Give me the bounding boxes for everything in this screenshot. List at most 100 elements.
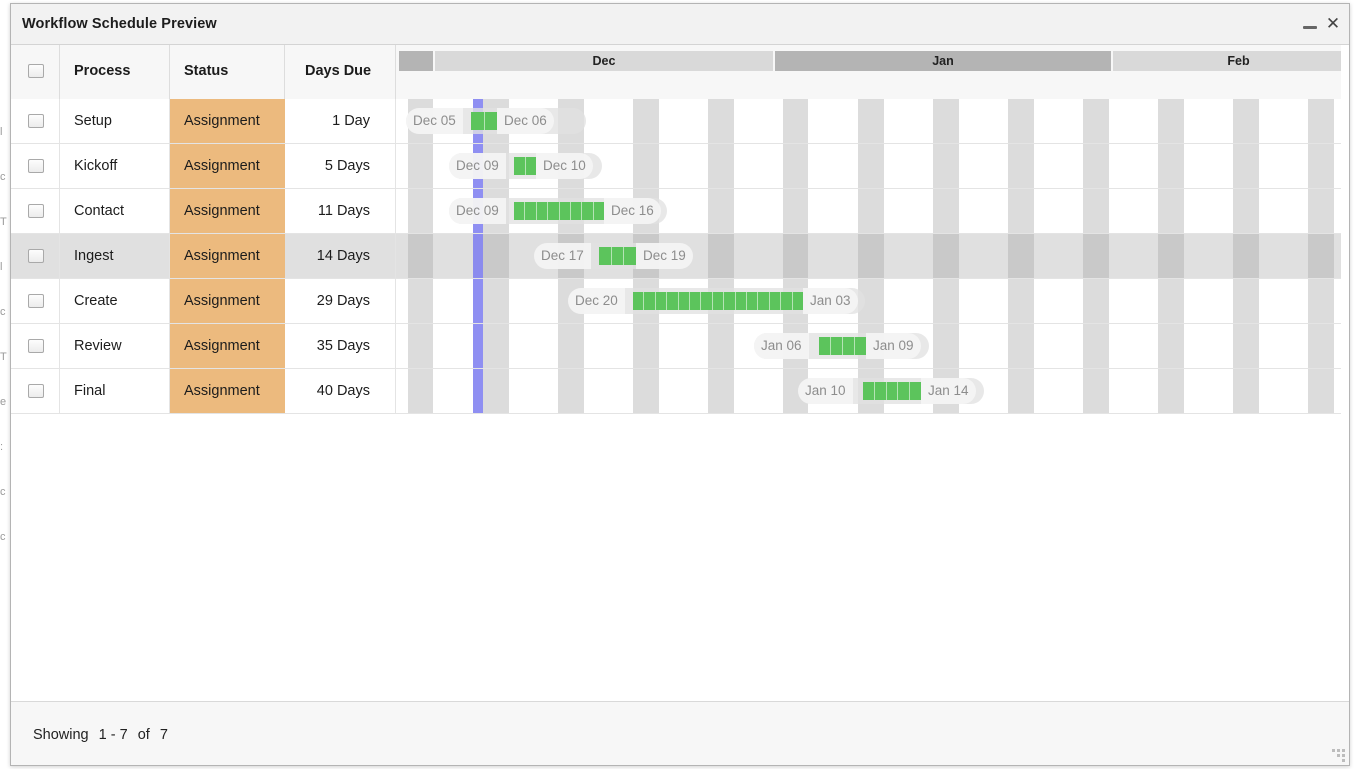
gantt-task-capsule[interactable]: Dec 09 Dec 10 [449,153,602,179]
weekend-band [1308,144,1334,188]
row-select-cell[interactable] [11,234,60,278]
weekend-band [708,324,734,368]
header-process[interactable]: Process [60,45,170,99]
cell-process: Kickoff [60,144,170,188]
gantt-bar-segment [712,292,725,310]
row-select-cell[interactable] [11,369,60,413]
select-all-checkbox[interactable] [28,64,44,78]
row-select-cell[interactable] [11,144,60,188]
weekend-band [1308,234,1334,278]
weekend-band [483,234,509,278]
task-end-date: Jan 14 [921,378,976,404]
showing-label: Showing [33,727,89,743]
window-title: Workflow Schedule Preview [22,16,217,32]
gantt-bar-segment [525,202,537,220]
status-label: Assignment [184,158,260,174]
grip-dot [1337,754,1340,757]
gantt-bar-segment [769,292,782,310]
gantt-bar-segment [886,382,899,400]
cell-days-due: 14 Days [285,234,396,278]
row-select-cell[interactable] [11,324,60,368]
row-checkbox[interactable] [28,384,44,398]
header-timeline: Dec Jan Feb [396,45,1349,99]
weekend-band [633,144,659,188]
row-select-cell[interactable] [11,99,60,143]
gantt-bar-segment [471,112,485,130]
gantt-bar-segment [843,337,855,355]
table-row[interactable]: Ingest Assignment 14 Days Dec 17 Dec 19 [11,234,1349,279]
cell-days-due: 29 Days [285,279,396,323]
header-status[interactable]: Status [170,45,285,99]
days-due-value: 40 Days [316,383,370,399]
cell-status: Assignment [170,234,285,278]
gantt-task-capsule[interactable]: Jan 10 Jan 14 [798,378,984,404]
weekend-band [1083,99,1109,143]
table-row[interactable]: Final Assignment 40 Days Jan 10 Jan 14 [11,369,1349,414]
gantt-bar-segment [701,292,713,310]
gantt-bar[interactable] [599,247,637,265]
header-days-due[interactable]: Days Due [285,45,396,99]
gantt-bar-segment [863,382,875,400]
timeline-month-bar: Dec Jan Feb [399,51,1349,71]
weekend-band [1233,234,1259,278]
row-checkbox[interactable] [28,114,44,128]
status-label: Assignment [184,293,260,309]
table-row[interactable]: Contact Assignment 11 Days Dec 09 Dec 16 [11,189,1349,234]
gantt-bar[interactable] [819,337,866,355]
row-checkbox[interactable] [28,339,44,353]
weekend-band [633,369,659,413]
cell-process: Final [60,369,170,413]
weekend-band [1083,189,1109,233]
gantt-bar-segment [819,337,831,355]
gantt-task-capsule[interactable]: Jan 06 Jan 09 [754,333,929,359]
gantt-bar[interactable] [471,112,497,130]
table-row[interactable]: Setup Assignment 1 Day Dec 05 Dec 06 [11,99,1349,144]
gantt-task-capsule[interactable]: Dec 09 Dec 16 [449,198,667,224]
row-checkbox[interactable] [28,294,44,308]
weekend-band [1158,144,1184,188]
gantt-bar-segment [781,292,793,310]
gantt-task-capsule[interactable]: Dec 17 Dec 19 [534,243,693,269]
table-row[interactable]: Create Assignment 29 Days Dec 20 Jan 03 [11,279,1349,324]
gantt-bar-segment [582,202,594,220]
weekend-band [708,189,734,233]
timeline-month-jan: Jan [775,51,1111,71]
row-select-cell[interactable] [11,279,60,323]
gantt-task-capsule[interactable]: Dec 05 Dec 06 [406,108,586,134]
row-checkbox[interactable] [28,249,44,263]
gantt-lane: Dec 20 Jan 03 [396,279,1349,323]
table-row[interactable]: Review Assignment 35 Days Jan 06 Jan 09 [11,324,1349,369]
close-icon[interactable]: ✕ [1325,15,1341,32]
gantt-bar[interactable] [514,157,536,175]
minimize-icon[interactable] [1303,16,1319,32]
showing-status: Showing 1 - 7 of 7 [30,727,171,743]
gantt-bar-segment [874,382,887,400]
weekend-band [1008,189,1034,233]
weekend-band [633,324,659,368]
weekend-band [858,99,884,143]
table-row[interactable]: Kickoff Assignment 5 Days Dec 09 Dec 10 [11,144,1349,189]
gantt-bar[interactable] [514,202,604,220]
cell-days-due: 11 Days [285,189,396,233]
row-checkbox[interactable] [28,204,44,218]
weekend-band [783,234,808,278]
process-name: Contact [74,203,124,219]
days-due-value: 14 Days [316,248,370,264]
gantt-bar[interactable] [633,292,804,310]
today-marker [473,279,483,323]
weekend-band [1158,189,1184,233]
resize-grip-icon[interactable] [1329,746,1345,762]
grip-dot [1337,749,1340,752]
header-select-all-cell[interactable] [11,45,60,99]
row-select-cell[interactable] [11,189,60,233]
task-start-date: Dec 05 [406,108,463,134]
weekend-band [783,189,808,233]
days-due-value: 5 Days [324,158,370,174]
cell-days-due: 5 Days [285,144,396,188]
weekend-band [633,99,659,143]
gantt-task-capsule[interactable]: Dec 20 Jan 03 [568,288,865,314]
today-marker [473,324,483,368]
weekend-band [1008,99,1034,143]
row-checkbox[interactable] [28,159,44,173]
gantt-bar[interactable] [863,382,921,400]
